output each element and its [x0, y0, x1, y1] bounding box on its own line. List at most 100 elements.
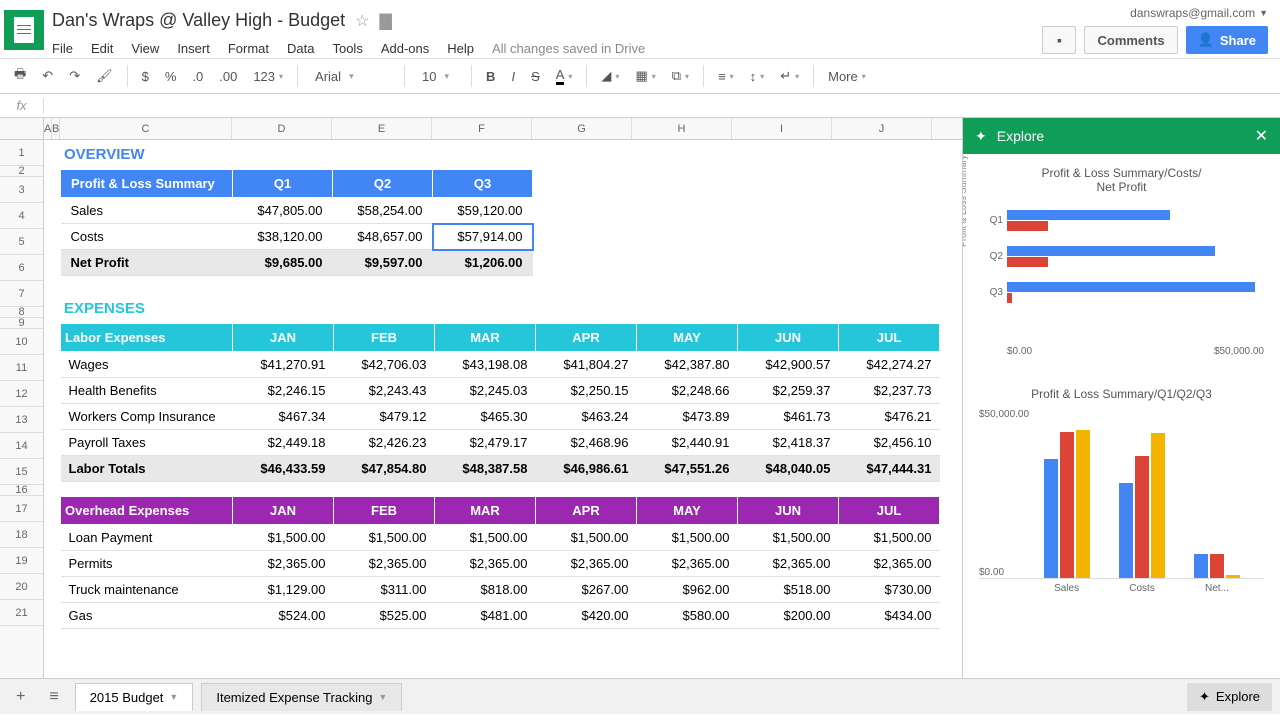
- row-header[interactable]: 21: [0, 600, 43, 626]
- cell[interactable]: Q1: [233, 170, 333, 198]
- cell[interactable]: $2,365.00: [738, 551, 839, 577]
- undo-icon[interactable]: ↶: [36, 64, 59, 88]
- cell[interactable]: $47,854.80: [334, 456, 435, 482]
- row-header[interactable]: 12: [0, 381, 43, 407]
- cell[interactable]: $2,365.00: [637, 551, 738, 577]
- cell[interactable]: Costs: [61, 224, 233, 250]
- explore-chart-2[interactable]: Profit & Loss Summary/Q1/Q2/Q3 $50,000.0…: [979, 387, 1264, 594]
- cell[interactable]: $2,245.03: [435, 378, 536, 404]
- cell[interactable]: Sales: [61, 198, 233, 224]
- cell[interactable]: Labor Expenses: [61, 324, 233, 352]
- menu-help[interactable]: Help: [447, 41, 474, 56]
- cell[interactable]: $2,418.37: [738, 430, 839, 456]
- cell[interactable]: $200.00: [738, 603, 839, 629]
- decrease-decimal-icon[interactable]: .0: [186, 65, 209, 88]
- cell[interactable]: $467.34: [233, 404, 334, 430]
- explore-chart-1[interactable]: Profit & Loss Summary/Costs/ Net Profit …: [979, 166, 1264, 357]
- row-header[interactable]: 2: [0, 166, 43, 177]
- cell[interactable]: $47,551.26: [637, 456, 738, 482]
- row-header[interactable]: 19: [0, 548, 43, 574]
- cell[interactable]: $2,456.10: [839, 430, 940, 456]
- menu-data[interactable]: Data: [287, 41, 314, 56]
- row-header[interactable]: 14: [0, 433, 43, 459]
- cell[interactable]: $2,449.18: [233, 430, 334, 456]
- strike-icon[interactable]: S: [525, 65, 546, 88]
- cell[interactable]: $48,040.05: [738, 456, 839, 482]
- row-header[interactable]: 16: [0, 485, 43, 496]
- increase-decimal-icon[interactable]: .00: [213, 65, 243, 88]
- cell[interactable]: FEB: [334, 497, 435, 525]
- cell[interactable]: Net Profit: [61, 250, 233, 276]
- cell[interactable]: JUN: [738, 497, 839, 525]
- chat-button[interactable]: ▪: [1042, 26, 1076, 54]
- cell[interactable]: $48,657.00: [333, 224, 433, 250]
- wrap-icon[interactable]: ↵▾: [774, 64, 805, 88]
- cell[interactable]: $2,479.17: [435, 430, 536, 456]
- row-header[interactable]: 18: [0, 522, 43, 548]
- menu-file[interactable]: File: [52, 41, 73, 56]
- font-size-select[interactable]: 10: [413, 64, 463, 89]
- sheets-logo[interactable]: [4, 10, 44, 50]
- cell[interactable]: $2,250.15: [536, 378, 637, 404]
- text-color-icon[interactable]: A▾: [550, 63, 579, 89]
- cell[interactable]: Truck maintenance: [61, 577, 233, 603]
- halign-icon[interactable]: ≡▾: [712, 65, 740, 88]
- cell[interactable]: $43,198.08: [435, 352, 536, 378]
- doc-title[interactable]: Dan's Wraps @ Valley High - Budget: [52, 10, 345, 31]
- cell[interactable]: Permits: [61, 551, 233, 577]
- cell[interactable]: $1,500.00: [839, 525, 940, 551]
- cell[interactable]: $463.24: [536, 404, 637, 430]
- borders-icon[interactable]: ▦▾: [629, 64, 661, 88]
- cell[interactable]: Labor Totals: [61, 456, 233, 482]
- cell[interactable]: $420.00: [536, 603, 637, 629]
- cell[interactable]: Payroll Taxes: [61, 430, 233, 456]
- menu-format[interactable]: Format: [228, 41, 269, 56]
- sheet-tab-inactive[interactable]: Itemized Expense Tracking▼: [201, 683, 402, 711]
- cell[interactable]: Health Benefits: [61, 378, 233, 404]
- cell[interactable]: $311.00: [334, 577, 435, 603]
- cell[interactable]: $48,387.58: [435, 456, 536, 482]
- cell[interactable]: $525.00: [334, 603, 435, 629]
- redo-icon[interactable]: ↷: [63, 64, 86, 88]
- sheet-tab-active[interactable]: 2015 Budget▼: [75, 683, 194, 711]
- cell[interactable]: $481.00: [435, 603, 536, 629]
- col-header[interactable]: J: [832, 118, 932, 139]
- cell[interactable]: $2,365.00: [233, 551, 334, 577]
- percent-icon[interactable]: %: [159, 65, 183, 88]
- cell[interactable]: $2,365.00: [435, 551, 536, 577]
- cell[interactable]: JAN: [233, 324, 334, 352]
- cell[interactable]: APR: [536, 497, 637, 525]
- cell[interactable]: $57,914.00: [433, 224, 533, 250]
- row-header[interactable]: 5: [0, 229, 43, 255]
- menu-edit[interactable]: Edit: [91, 41, 113, 56]
- cell[interactable]: $59,120.00: [433, 198, 533, 224]
- comments-button[interactable]: Comments: [1084, 26, 1177, 54]
- cell[interactable]: $2,440.91: [637, 430, 738, 456]
- add-sheet-button[interactable]: +: [8, 684, 33, 710]
- cell[interactable]: $818.00: [435, 577, 536, 603]
- font-select[interactable]: Arial: [306, 64, 396, 89]
- menu-view[interactable]: View: [131, 41, 159, 56]
- row-header[interactable]: 6: [0, 255, 43, 281]
- cell[interactable]: $2,246.15: [233, 378, 334, 404]
- cell[interactable]: $42,274.27: [839, 352, 940, 378]
- cell[interactable]: $58,254.00: [333, 198, 433, 224]
- cell[interactable]: $1,500.00: [233, 525, 334, 551]
- cell[interactable]: $1,129.00: [233, 577, 334, 603]
- cell[interactable]: $524.00: [233, 603, 334, 629]
- cell[interactable]: $2,243.43: [334, 378, 435, 404]
- cell[interactable]: FEB: [334, 324, 435, 352]
- cell[interactable]: JUL: [839, 497, 940, 525]
- row-header[interactable]: 1: [0, 140, 43, 166]
- cell[interactable]: $1,500.00: [536, 525, 637, 551]
- cell[interactable]: Profit & Loss Summary: [61, 170, 233, 198]
- account-menu[interactable]: danswraps@gmail.com▼: [1130, 6, 1268, 20]
- col-header[interactable]: H: [632, 118, 732, 139]
- cell[interactable]: $46,986.61: [536, 456, 637, 482]
- col-header[interactable]: I: [732, 118, 832, 139]
- select-all-corner[interactable]: [0, 118, 44, 139]
- row-header[interactable]: 3: [0, 177, 43, 203]
- cell[interactable]: $2,259.37: [738, 378, 839, 404]
- fill-color-icon[interactable]: ◢▾: [595, 64, 625, 88]
- cell[interactable]: $434.00: [839, 603, 940, 629]
